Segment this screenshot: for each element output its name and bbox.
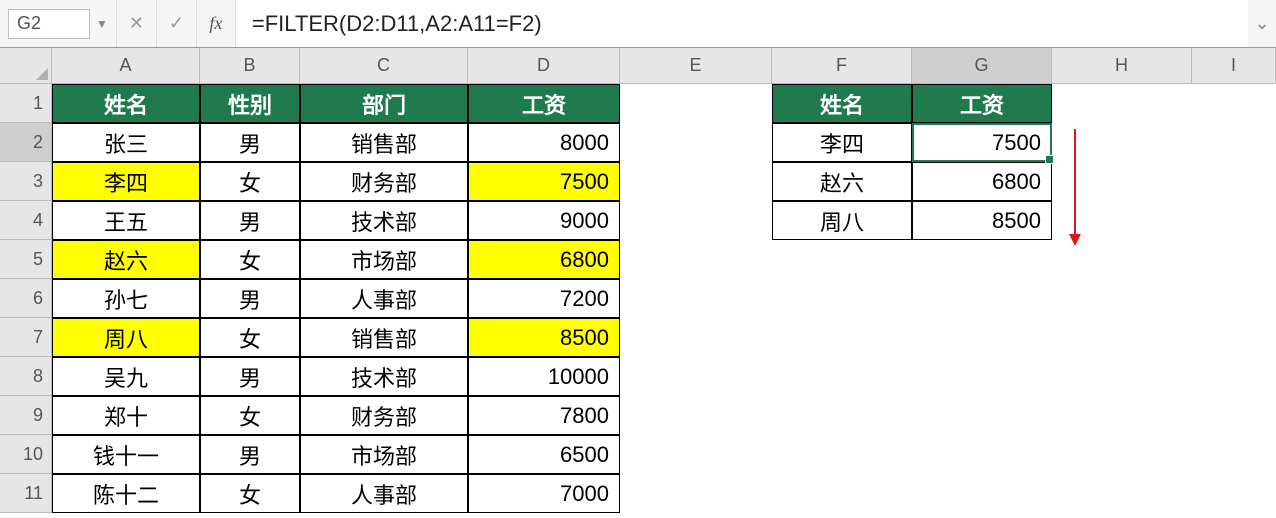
cell-D2[interactable]: 8000 xyxy=(468,123,620,162)
cell-D8[interactable]: 10000 xyxy=(468,357,620,396)
row-header-9[interactable]: 9 xyxy=(0,396,52,435)
column-header-B[interactable]: B xyxy=(200,48,300,84)
cell-A5[interactable]: 赵六 xyxy=(52,240,200,279)
cell-D6[interactable]: 7200 xyxy=(468,279,620,318)
row-headers: 1234567891011 xyxy=(0,84,52,513)
cell-B2[interactable]: 男 xyxy=(200,123,300,162)
cell-C6[interactable]: 人事部 xyxy=(300,279,468,318)
column-headers: ABCDEFGHI xyxy=(52,48,1276,84)
name-box-dropdown-icon[interactable]: ▼ xyxy=(96,17,108,31)
cell-B1[interactable]: 性别 xyxy=(200,84,300,123)
arrow-icon xyxy=(1074,129,1076,244)
cell-C8[interactable]: 技术部 xyxy=(300,357,468,396)
cell-B6[interactable]: 男 xyxy=(200,279,300,318)
cell-D11[interactable]: 7000 xyxy=(468,474,620,513)
cell-B9[interactable]: 女 xyxy=(200,396,300,435)
cell-C1[interactable]: 部门 xyxy=(300,84,468,123)
cell-A8[interactable]: 吴九 xyxy=(52,357,200,396)
cell-D3[interactable]: 7500 xyxy=(468,162,620,201)
cell-D1[interactable]: 工资 xyxy=(468,84,620,123)
cell-D7[interactable]: 8500 xyxy=(468,318,620,357)
cell-C7[interactable]: 销售部 xyxy=(300,318,468,357)
cell-F3[interactable]: 赵六 xyxy=(772,162,912,201)
cell-D10[interactable]: 6500 xyxy=(468,435,620,474)
cell-B10[interactable]: 男 xyxy=(200,435,300,474)
select-all-corner[interactable] xyxy=(0,48,52,84)
cell-A11[interactable]: 陈十二 xyxy=(52,474,200,513)
cell-B4[interactable]: 男 xyxy=(200,201,300,240)
spreadsheet-grid[interactable]: ABCDEFGHI 1234567891011 姓名性别部门工资张三男销售部80… xyxy=(0,48,1276,518)
row-header-2[interactable]: 2 xyxy=(0,123,52,162)
cell-A2[interactable]: 张三 xyxy=(52,123,200,162)
cell-B11[interactable]: 女 xyxy=(200,474,300,513)
row-header-3[interactable]: 3 xyxy=(0,162,52,201)
cell-B7[interactable]: 女 xyxy=(200,318,300,357)
column-header-H[interactable]: H xyxy=(1052,48,1192,84)
row-header-5[interactable]: 5 xyxy=(0,240,52,279)
formula-bar: G2 ▼ ✕ ✓ fx =FILTER(D2:D11,A2:A11=F2) ⌄ xyxy=(0,0,1276,48)
column-header-E[interactable]: E xyxy=(620,48,772,84)
name-box[interactable]: G2 xyxy=(8,9,90,39)
cell-D9[interactable]: 7800 xyxy=(468,396,620,435)
cell-A10[interactable]: 钱十一 xyxy=(52,435,200,474)
name-box-value: G2 xyxy=(17,13,41,34)
row-header-11[interactable]: 11 xyxy=(0,474,52,513)
enter-button[interactable]: ✓ xyxy=(156,1,196,47)
cell-C3[interactable]: 财务部 xyxy=(300,162,468,201)
cell-G2[interactable]: 7500 xyxy=(912,123,1052,162)
cell-A7[interactable]: 周八 xyxy=(52,318,200,357)
formula-input[interactable]: =FILTER(D2:D11,A2:A11=F2) xyxy=(236,0,1248,47)
cell-D5[interactable]: 6800 xyxy=(468,240,620,279)
row-header-7[interactable]: 7 xyxy=(0,318,52,357)
column-header-F[interactable]: F xyxy=(772,48,912,84)
cell-B3[interactable]: 女 xyxy=(200,162,300,201)
column-header-C[interactable]: C xyxy=(300,48,468,84)
cell-F1[interactable]: 姓名 xyxy=(772,84,912,123)
cell-F4[interactable]: 周八 xyxy=(772,201,912,240)
fx-button[interactable]: fx xyxy=(196,1,236,47)
cell-B5[interactable]: 女 xyxy=(200,240,300,279)
cell-A1[interactable]: 姓名 xyxy=(52,84,200,123)
row-header-8[interactable]: 8 xyxy=(0,357,52,396)
cell-A9[interactable]: 郑十 xyxy=(52,396,200,435)
cell-C9[interactable]: 财务部 xyxy=(300,396,468,435)
cell-C2[interactable]: 销售部 xyxy=(300,123,468,162)
formula-expand-icon[interactable]: ⌄ xyxy=(1248,13,1276,34)
column-header-I[interactable]: I xyxy=(1192,48,1276,84)
column-header-A[interactable]: A xyxy=(52,48,200,84)
cell-F2[interactable]: 李四 xyxy=(772,123,912,162)
cell-C11[interactable]: 人事部 xyxy=(300,474,468,513)
row-header-10[interactable]: 10 xyxy=(0,435,52,474)
row-header-1[interactable]: 1 xyxy=(0,84,52,123)
cell-G1[interactable]: 工资 xyxy=(912,84,1052,123)
cell-A6[interactable]: 孙七 xyxy=(52,279,200,318)
cell-C10[interactable]: 市场部 xyxy=(300,435,468,474)
cell-G4[interactable]: 8500 xyxy=(912,201,1052,240)
cell-A4[interactable]: 王五 xyxy=(52,201,200,240)
cell-D4[interactable]: 9000 xyxy=(468,201,620,240)
column-header-G[interactable]: G xyxy=(912,48,1052,84)
formula-text: =FILTER(D2:D11,A2:A11=F2) xyxy=(252,11,542,37)
row-header-6[interactable]: 6 xyxy=(0,279,52,318)
cell-C5[interactable]: 市场部 xyxy=(300,240,468,279)
cancel-button[interactable]: ✕ xyxy=(116,1,156,47)
cell-A3[interactable]: 李四 xyxy=(52,162,200,201)
cell-B8[interactable]: 男 xyxy=(200,357,300,396)
cell-C4[interactable]: 技术部 xyxy=(300,201,468,240)
row-header-4[interactable]: 4 xyxy=(0,201,52,240)
cell-G3[interactable]: 6800 xyxy=(912,162,1052,201)
column-header-D[interactable]: D xyxy=(468,48,620,84)
